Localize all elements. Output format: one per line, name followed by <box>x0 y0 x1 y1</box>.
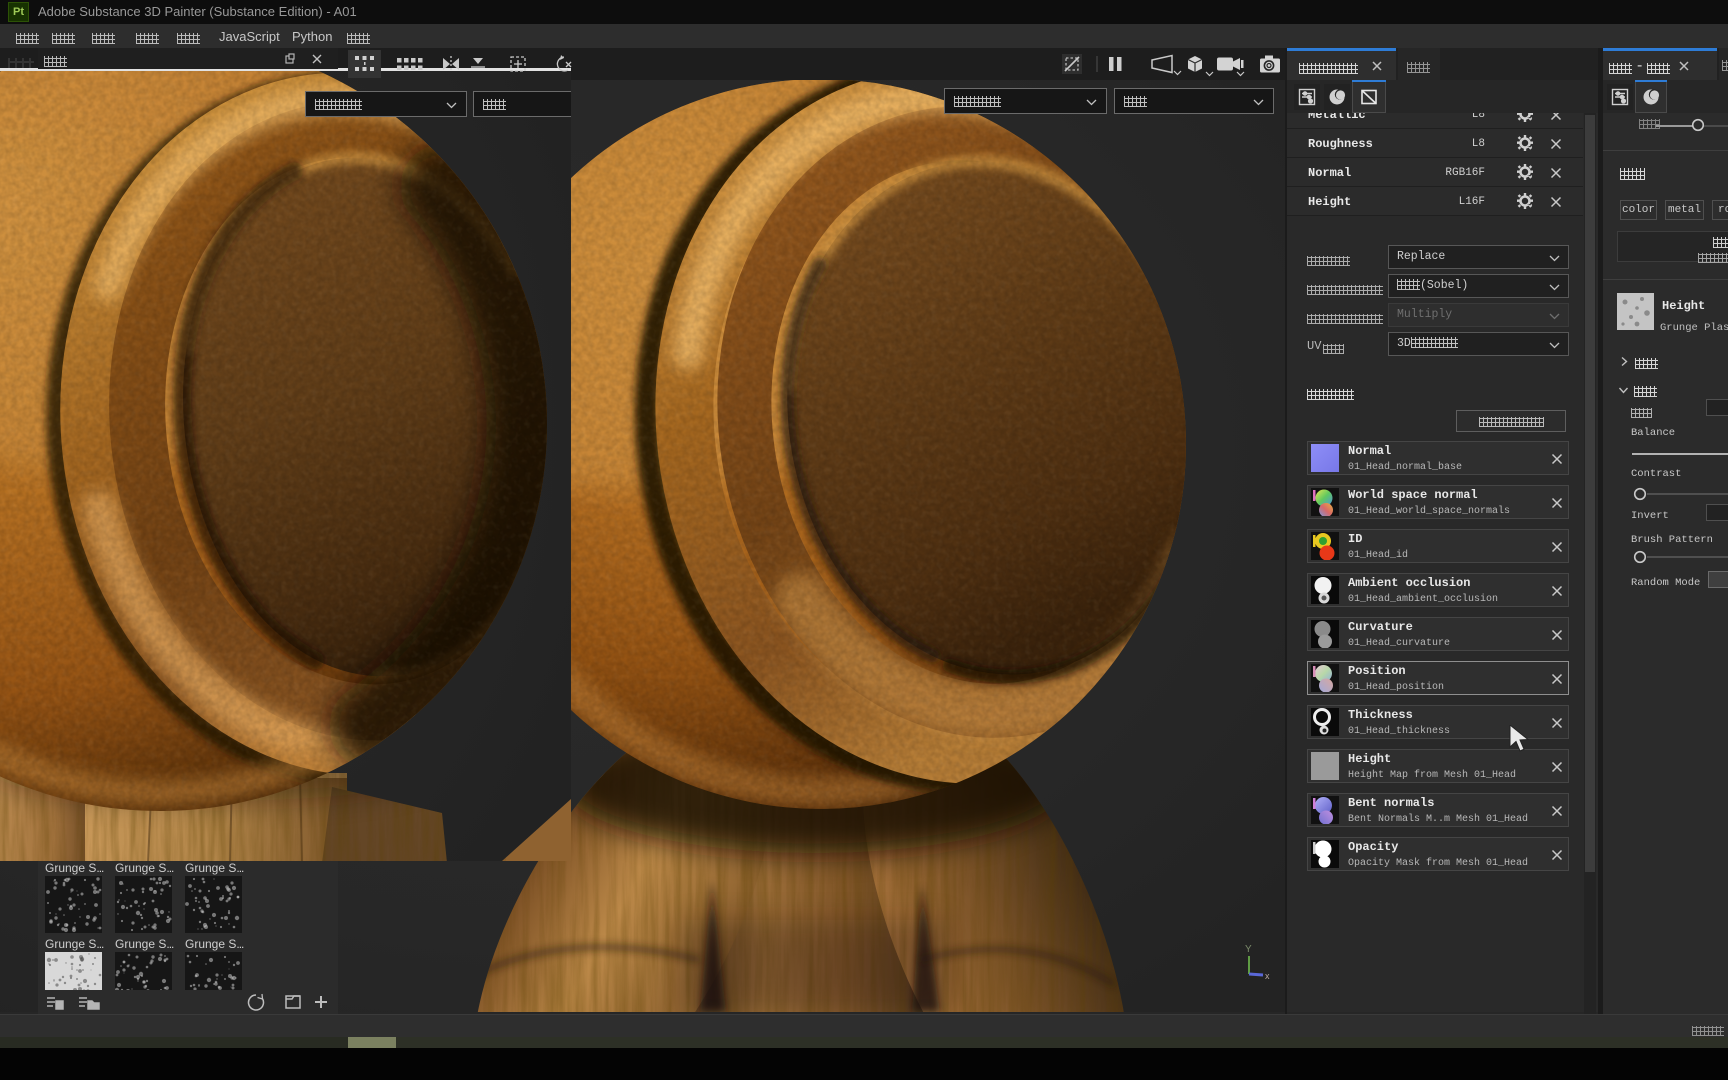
svg-text:Y: Y <box>1245 944 1252 955</box>
svg-text:x: x <box>1265 971 1270 981</box>
